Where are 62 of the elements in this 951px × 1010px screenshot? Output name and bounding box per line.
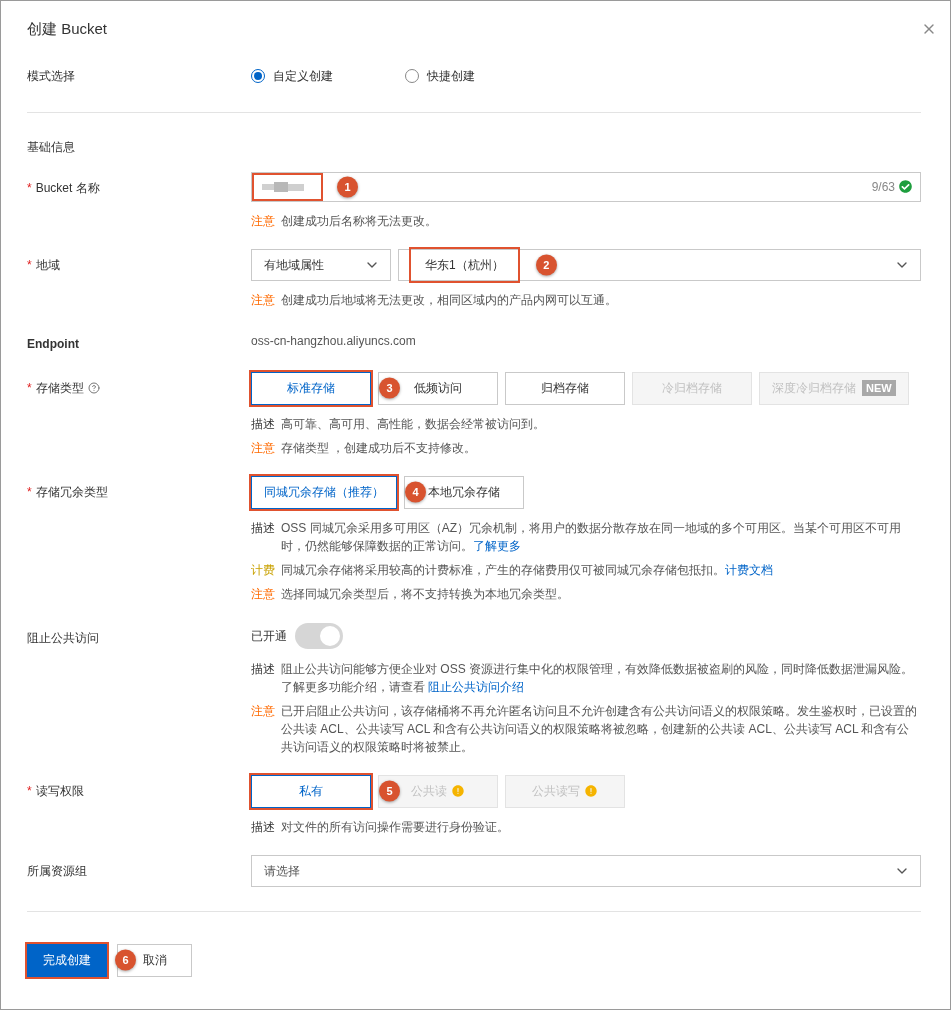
field-label: 阻止公共访问 (27, 629, 99, 647)
note-text: 创建成功后名称将无法更改。 (281, 212, 437, 230)
required-mark: * (27, 782, 32, 800)
step-number-badge: 1 (337, 176, 358, 197)
required-mark: * (27, 483, 32, 501)
note-label: 描述 (251, 415, 275, 433)
note-label: 注意 (251, 439, 275, 457)
character-counter: 9/63 (871, 178, 895, 196)
note-label: 注意 (251, 702, 275, 720)
doc-link[interactable]: 计费文档 (725, 562, 773, 577)
select-value: 华东1（杭州） (411, 248, 518, 281)
radio-option[interactable]: 自定义创建 (251, 66, 365, 85)
note-label: 描述 (251, 818, 275, 836)
field-label: 模式选择 (27, 67, 76, 85)
note-text: 存储类型 ，创建成功后不支持修改。 (281, 439, 477, 457)
warning-icon (584, 784, 598, 798)
note-label: 注意 (251, 291, 275, 309)
note-text: 高可靠、高可用、高性能，数据会经常被访问到。 (281, 415, 545, 433)
endpoint-text: oss-cn-hangzhou.aliyuncs.com (251, 333, 416, 348)
option-button[interactable]: 同城冗余存储（推荐） (251, 475, 397, 509)
note-text: 选择同城冗余类型后，将不支持转换为本地冗余类型。 (281, 585, 569, 603)
note-text: 创建成功后地域将无法更改，相同区域内的产品内网可以互通。 (281, 291, 617, 309)
note-text: 阻止公共访问能够方便企业对 OSS 资源进行集中化的权限管理，有效降低数据被盗刷的风险，同时降低数据泄漏风险。了解更多功能介绍，请查看 阻止公共访问介绍 (281, 660, 914, 696)
field-label: 所属资源组 (27, 862, 87, 880)
dropdown-select[interactable]: 有地域属性 (251, 248, 391, 281)
required-mark: * (27, 179, 32, 197)
option-button[interactable]: 私有 (251, 774, 371, 808)
option-button[interactable]: 标准存储 (251, 371, 371, 405)
field-label: Bucket 名称 (35, 179, 100, 197)
submit-button[interactable]: 完成创建 (27, 943, 107, 977)
doc-link[interactable]: 了解更多 (473, 538, 521, 553)
note-text: 已开启阻止公共访问，该存储桶将不再允许匿名访问且不允许创建含有公共访问语义的权限策略。发生鉴权时，已设置的公共读 ACL、公共读写 ACL 和含有公共访问语义的权限策略将被忽略，创建新的公共读 ACL、公共读写 ACL 和含有公共访问语义的权限策略时将被禁止。 (281, 702, 918, 756)
field-label: 地域 (35, 256, 60, 274)
select-placeholder: 请选择 (264, 862, 300, 880)
warning-icon (451, 784, 465, 798)
dropdown-select[interactable]: 请选择 (251, 854, 921, 887)
note-text: 对文件的所有访问操作需要进行身份验证。 (281, 818, 509, 836)
dialog-title: 创建 Bucket (27, 19, 108, 39)
note-label: 注意 (251, 212, 275, 230)
note-label: 描述 (251, 660, 275, 678)
step-number-badge: 2 (535, 254, 557, 275)
new-tag: NEW (862, 380, 896, 396)
redacted-text-icon (262, 181, 306, 192)
toggle-status: 已开通 (251, 627, 287, 645)
radio-option[interactable]: 快捷创建 (405, 66, 519, 85)
field-label: 存储冗余类型 (35, 483, 108, 501)
field-label: 读写权限 (35, 782, 84, 800)
select-value: 有地域属性 (264, 256, 324, 274)
option-button[interactable]: 归档存储 (505, 371, 625, 405)
section-title: 基础信息 (27, 138, 76, 156)
note-text: 同城冗余存储将采用较高的计费标准，产生的存储费用仅可被同城冗余存储包抵扣。计费文档 (281, 561, 773, 579)
dropdown-select[interactable]: 华东1（杭州） 2 (398, 248, 921, 281)
field-label: Endpoint (27, 335, 79, 353)
note-label: 描述 (251, 519, 275, 537)
field-label: 存储类型 (35, 379, 84, 397)
help-icon[interactable] (87, 381, 100, 394)
bucket-name-field[interactable]: 1 9/63 (251, 171, 921, 202)
required-mark: * (27, 379, 32, 397)
required-mark: * (27, 256, 32, 274)
note-text: OSS 同城冗余采用多可用区（AZ）冗余机制，将用户的数据分散存放在同一地域的多个可用区。当某个可用区不可用时，仍然能够保障数据的正常访问。了解更多 (281, 519, 902, 555)
note-label: 注意 (251, 585, 275, 603)
note-label: 计费 (251, 561, 275, 579)
